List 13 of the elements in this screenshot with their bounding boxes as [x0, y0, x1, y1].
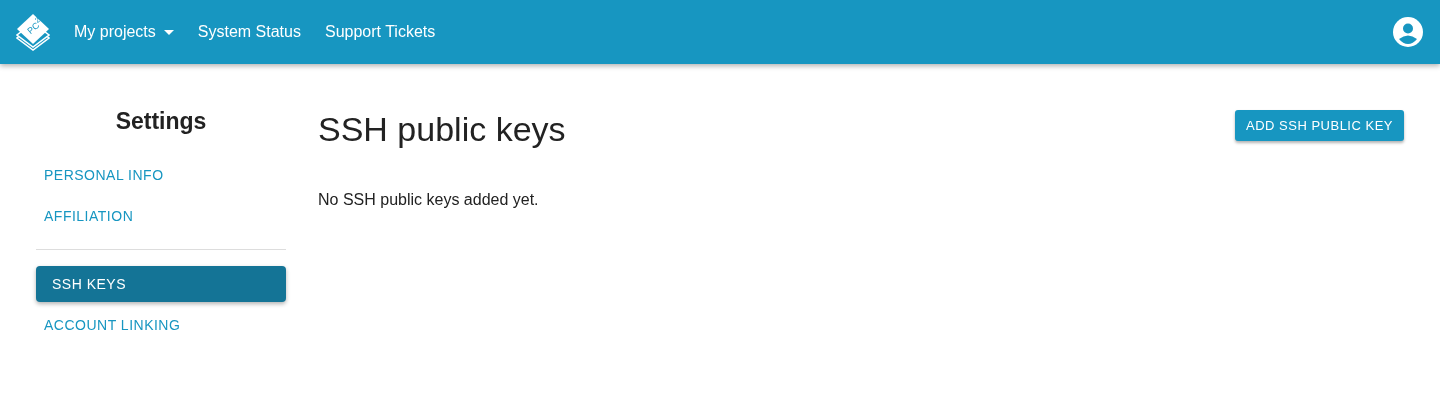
sidebar-title: Settings: [114, 108, 208, 135]
add-key-button[interactable]: ADD SSH PUBLIC KEY: [1235, 110, 1404, 141]
sidebar-item[interactable]: SSH KEYS: [36, 266, 286, 302]
caret-icon: [163, 29, 174, 35]
sidebar-item[interactable]: ACCOUNT LINKING: [36, 307, 286, 343]
page-title: SSH public keys: [318, 110, 566, 149]
projects-dropdown[interactable]: My projects: [62, 17, 186, 47]
sidebar-item[interactable]: AFFILIATION: [36, 198, 286, 234]
nav-link[interactable]: Support Tickets: [312, 17, 448, 47]
empty-message: No SSH public keys added yet.: [318, 191, 540, 209]
sidebar-item[interactable]: PERSONAL INFO: [36, 157, 286, 193]
nav-link[interactable]: System Status: [185, 17, 313, 47]
account-icon[interactable]: [1392, 16, 1424, 48]
